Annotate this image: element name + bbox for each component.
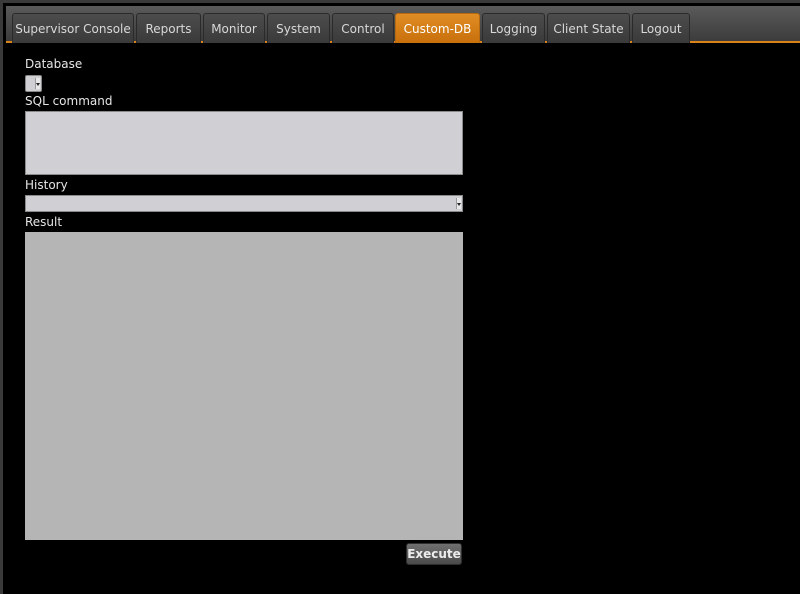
tab-supervisor-console[interactable]: Supervisor Console: [12, 13, 134, 43]
sql-command-input[interactable]: [25, 111, 463, 175]
result-label: Result: [25, 215, 63, 229]
tab-label: Logout: [640, 21, 682, 36]
tab-client-state[interactable]: Client State: [547, 13, 630, 43]
tab-logging[interactable]: Logging: [482, 13, 545, 43]
tab-bar: Supervisor Console Reports Monitor Syste…: [6, 6, 800, 43]
tab-custom-db[interactable]: Custom-DB: [395, 13, 480, 43]
tab-label: Supervisor Console: [15, 21, 131, 36]
tab-label: Custom-DB: [403, 21, 472, 36]
chevron-down-icon: [456, 198, 461, 209]
tab-label: Monitor: [211, 21, 257, 36]
tab-label: Logging: [489, 21, 538, 36]
tab-monitor[interactable]: Monitor: [203, 13, 265, 43]
tab-label: Reports: [145, 21, 192, 36]
tab-label: Client State: [553, 21, 624, 36]
database-label: Database: [25, 57, 83, 71]
history-select[interactable]: [25, 195, 463, 212]
tab-reports[interactable]: Reports: [136, 13, 201, 43]
tab-control[interactable]: Control: [332, 13, 394, 43]
result-output[interactable]: [25, 232, 463, 540]
history-label: History: [25, 178, 68, 192]
tab-label: Control: [341, 21, 385, 36]
tab-label: System: [276, 21, 321, 36]
tab-system[interactable]: System: [267, 13, 330, 43]
sql-command-label: SQL command: [25, 94, 113, 108]
execute-button[interactable]: Execute: [406, 543, 462, 565]
database-select[interactable]: [25, 75, 42, 92]
tab-logout[interactable]: Logout: [632, 13, 690, 43]
app-frame: Supervisor Console Reports Monitor Syste…: [0, 0, 800, 594]
chevron-down-icon: [35, 78, 40, 89]
